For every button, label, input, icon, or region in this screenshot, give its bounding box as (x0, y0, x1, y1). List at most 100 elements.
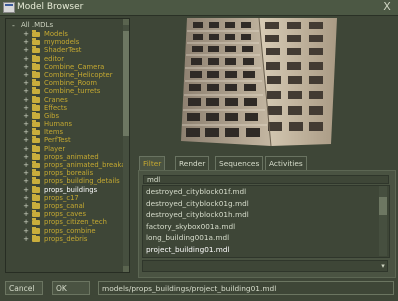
results-list[interactable]: destroyed_cityblock01f.mdl destroyed_city… (142, 185, 390, 258)
expand-icon[interactable]: + (23, 186, 29, 194)
tree-item[interactable]: + Combine_turrets (6, 87, 122, 95)
tree-item[interactable]: + props_citizen_tech (6, 218, 122, 226)
expand-icon[interactable]: + (23, 96, 29, 104)
tree-item[interactable]: + props_borealis (6, 169, 122, 177)
expand-icon[interactable]: + (23, 177, 29, 185)
result-item[interactable]: factory_skybox001a.mdl (143, 221, 389, 233)
scroll-down-icon[interactable] (123, 266, 129, 272)
expand-icon[interactable]: + (23, 227, 29, 235)
expand-icon[interactable]: + (23, 161, 29, 169)
tab-strip: Filter Render Sequences Activities (137, 156, 395, 171)
tree-item[interactable]: + Items (6, 128, 122, 136)
model-dropdown[interactable]: ▾ (142, 260, 388, 272)
tree-item[interactable]: + props_caves (6, 210, 122, 218)
tree-scroll-thumb[interactable] (123, 31, 129, 136)
tree-item[interactable]: + props_combine (6, 227, 122, 235)
tab-activities[interactable]: Activities (265, 156, 307, 170)
folder-icon (32, 226, 40, 234)
expand-icon[interactable]: + (23, 169, 29, 177)
expand-icon[interactable]: + (23, 235, 29, 243)
folder-icon (32, 38, 40, 46)
results-scrollbar[interactable] (379, 186, 387, 256)
tree-item[interactable]: + Combine_Room (6, 79, 122, 87)
tree-item[interactable]: + props_animated_breakable (6, 161, 129, 169)
model-tree[interactable]: - All .MDLs + Models + mymodels + ShaderTest +… (5, 18, 130, 273)
tree-item[interactable]: + mymodels (6, 38, 122, 46)
ok-button[interactable]: OK (52, 281, 90, 295)
tree-item[interactable]: + Cranes (6, 96, 122, 104)
close-button[interactable]: X (380, 1, 394, 13)
expand-icon[interactable]: + (23, 79, 29, 87)
result-item[interactable]: destroyed_cityblock01f.mdl (143, 186, 389, 198)
scroll-up-icon[interactable] (123, 19, 129, 25)
folder-icon (32, 103, 40, 111)
tree-item-label: props_animated_breakable (44, 161, 130, 169)
expand-icon[interactable]: + (23, 87, 29, 95)
expand-icon[interactable]: + (23, 30, 29, 38)
tab-filter[interactable]: Filter (139, 156, 166, 171)
expand-icon[interactable]: + (23, 128, 29, 136)
tree-item[interactable]: + PerfTest (6, 136, 122, 144)
tree-item-label: props_animated (44, 152, 99, 161)
tree-item[interactable]: + props_animated (6, 153, 122, 161)
tree-item[interactable]: + props_building_details (6, 177, 122, 185)
expand-icon[interactable]: + (23, 120, 29, 128)
tree-item[interactable]: + Player (6, 145, 122, 153)
result-item[interactable]: destroyed_cityblock01g.mdl (143, 198, 389, 210)
tree-item[interactable]: + Combine_Helicopter (6, 71, 122, 79)
tree-item-label: ShaderTest (44, 46, 82, 55)
expand-icon[interactable]: + (23, 153, 29, 161)
tree-item[interactable]: + props_debris (6, 235, 122, 243)
expand-icon[interactable]: + (23, 38, 29, 46)
tree-item-label: Effects (44, 103, 68, 112)
tree-item[interactable]: + Effects (6, 104, 122, 112)
cancel-button[interactable]: Cancel (5, 281, 43, 295)
tree-item[interactable]: + props_c17 (6, 194, 122, 202)
model-path-field[interactable]: models/props_buildings/project_building0… (98, 281, 394, 295)
results-scroll-thumb[interactable] (379, 197, 387, 215)
result-item[interactable]: project_building01.mdl (143, 244, 389, 256)
tree-scrollbar[interactable] (123, 19, 129, 272)
tree-item[interactable]: + Models (6, 30, 122, 38)
tab-sequences[interactable]: Sequences (215, 156, 264, 170)
collapse-icon[interactable]: - (12, 21, 18, 30)
result-item[interactable]: destroyed_cityblock01h.mdl (143, 209, 389, 221)
folder-icon (32, 87, 40, 95)
expand-icon[interactable]: + (23, 71, 29, 79)
tree-item[interactable]: + Combine_Camera (6, 63, 122, 71)
expand-icon[interactable]: + (23, 145, 29, 153)
filter-input[interactable]: mdl (143, 175, 389, 184)
expand-icon[interactable]: + (23, 218, 29, 226)
tree-item[interactable]: + ShaderTest (6, 46, 122, 54)
tree-item[interactable]: + editor (6, 55, 122, 63)
tab-render[interactable]: Render (175, 156, 210, 170)
tree-item[interactable]: + props_buildings (6, 186, 122, 194)
folder-icon (32, 169, 40, 177)
tree-item[interactable]: + Gibs (6, 112, 122, 120)
expand-icon[interactable]: + (23, 202, 29, 210)
model-preview[interactable] (141, 17, 391, 147)
tree-item-label: Humans (44, 120, 73, 129)
expand-icon[interactable]: + (23, 46, 29, 54)
tree-item-label: props_canal (44, 201, 85, 210)
folder-icon (32, 71, 40, 78)
chevron-down-icon[interactable]: ▾ (379, 261, 387, 271)
folder-icon (32, 218, 40, 226)
tree-item-label: props_caves (44, 210, 87, 219)
expand-icon[interactable]: + (23, 136, 29, 144)
expand-icon[interactable]: + (23, 104, 29, 112)
tree-item[interactable]: + Humans (6, 120, 122, 128)
expand-icon[interactable]: + (23, 63, 29, 71)
folder-icon (32, 62, 40, 70)
tree-item-label: props_borealis (44, 169, 94, 178)
result-item[interactable]: long_building001a.mdl (143, 232, 389, 244)
expand-icon[interactable]: + (23, 210, 29, 218)
tree-item-label: Cranes (44, 95, 68, 104)
tree-list: + Models + mymodels + ShaderTest + editor + Combi… (6, 30, 129, 243)
folder-icon (32, 136, 40, 144)
tree-item[interactable]: + props_canal (6, 202, 122, 210)
expand-icon[interactable]: + (23, 55, 29, 63)
expand-icon[interactable]: + (23, 194, 29, 202)
window-icon (3, 2, 15, 13)
expand-icon[interactable]: + (23, 112, 29, 120)
